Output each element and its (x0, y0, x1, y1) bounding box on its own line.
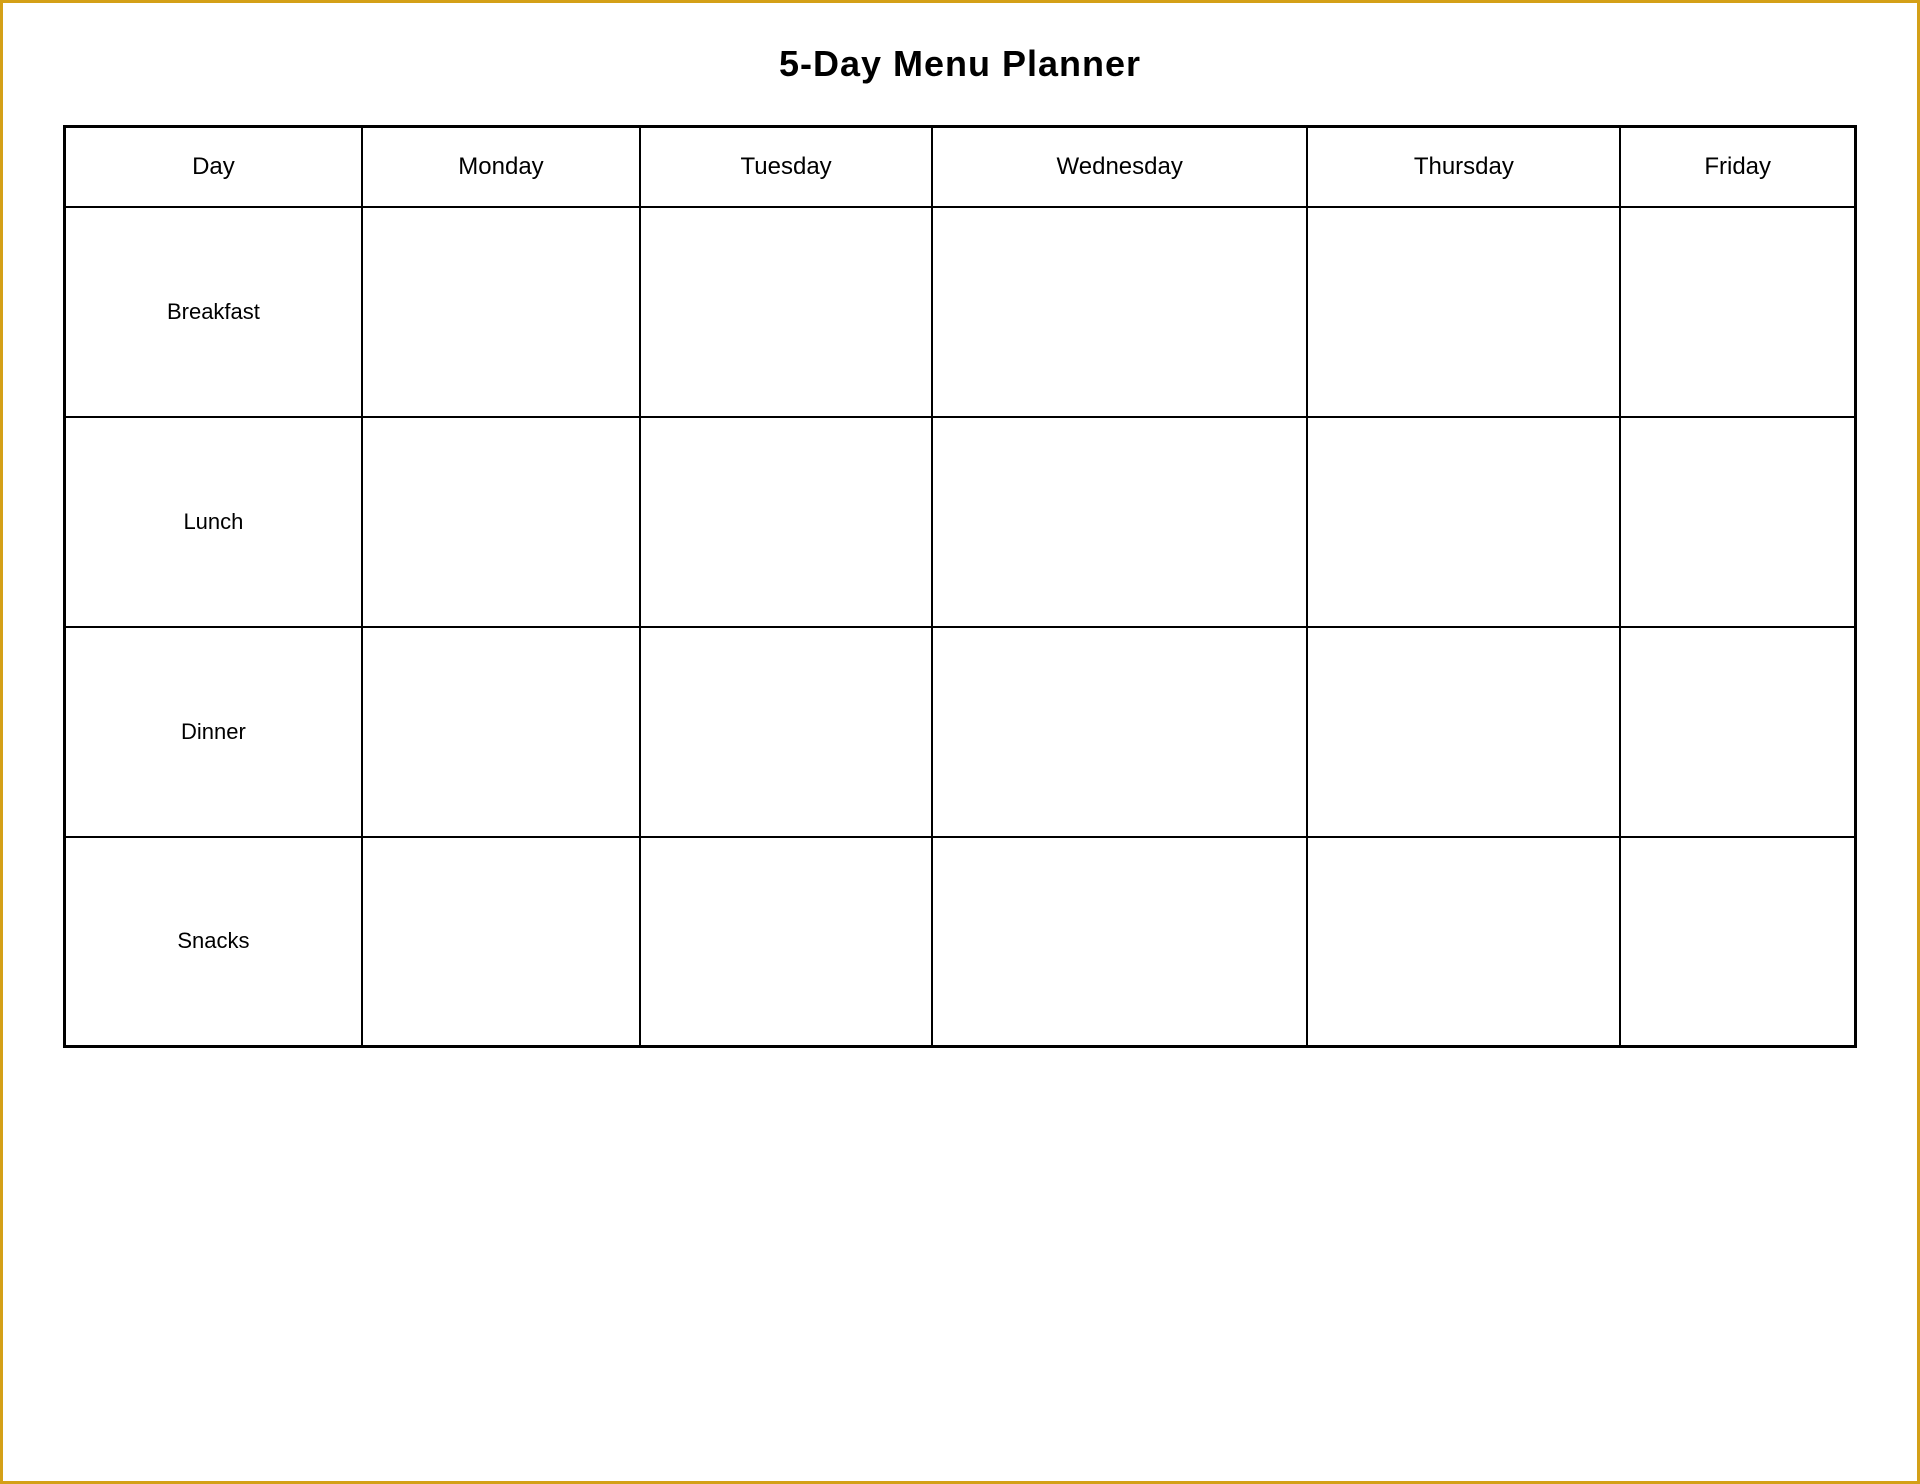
col-monday: Monday (362, 127, 640, 207)
col-day: Day (65, 127, 362, 207)
menu-planner-table: Day Monday Tuesday Wednesday Thursday Fr… (63, 125, 1857, 1048)
page-title: 5-Day Menu Planner (779, 43, 1141, 85)
breakfast-tuesday[interactable] (640, 207, 932, 417)
snacks-monday[interactable] (362, 837, 640, 1047)
dinner-tuesday[interactable] (640, 627, 932, 837)
lunch-tuesday[interactable] (640, 417, 932, 627)
dinner-thursday[interactable] (1307, 627, 1620, 837)
snacks-friday[interactable] (1620, 837, 1855, 1047)
breakfast-label: Breakfast (65, 207, 362, 417)
dinner-row: Dinner (65, 627, 1856, 837)
header-row: Day Monday Tuesday Wednesday Thursday Fr… (65, 127, 1856, 207)
breakfast-wednesday[interactable] (932, 207, 1307, 417)
col-thursday: Thursday (1307, 127, 1620, 207)
lunch-row: Lunch (65, 417, 1856, 627)
col-friday: Friday (1620, 127, 1855, 207)
dinner-monday[interactable] (362, 627, 640, 837)
col-wednesday: Wednesday (932, 127, 1307, 207)
snacks-label: Snacks (65, 837, 362, 1047)
snacks-thursday[interactable] (1307, 837, 1620, 1047)
breakfast-thursday[interactable] (1307, 207, 1620, 417)
breakfast-monday[interactable] (362, 207, 640, 417)
col-tuesday: Tuesday (640, 127, 932, 207)
dinner-wednesday[interactable] (932, 627, 1307, 837)
dinner-label: Dinner (65, 627, 362, 837)
snacks-wednesday[interactable] (932, 837, 1307, 1047)
snacks-tuesday[interactable] (640, 837, 932, 1047)
breakfast-friday[interactable] (1620, 207, 1855, 417)
lunch-monday[interactable] (362, 417, 640, 627)
lunch-label: Lunch (65, 417, 362, 627)
lunch-friday[interactable] (1620, 417, 1855, 627)
breakfast-row: Breakfast (65, 207, 1856, 417)
snacks-row: Snacks (65, 837, 1856, 1047)
lunch-thursday[interactable] (1307, 417, 1620, 627)
lunch-wednesday[interactable] (932, 417, 1307, 627)
dinner-friday[interactable] (1620, 627, 1855, 837)
